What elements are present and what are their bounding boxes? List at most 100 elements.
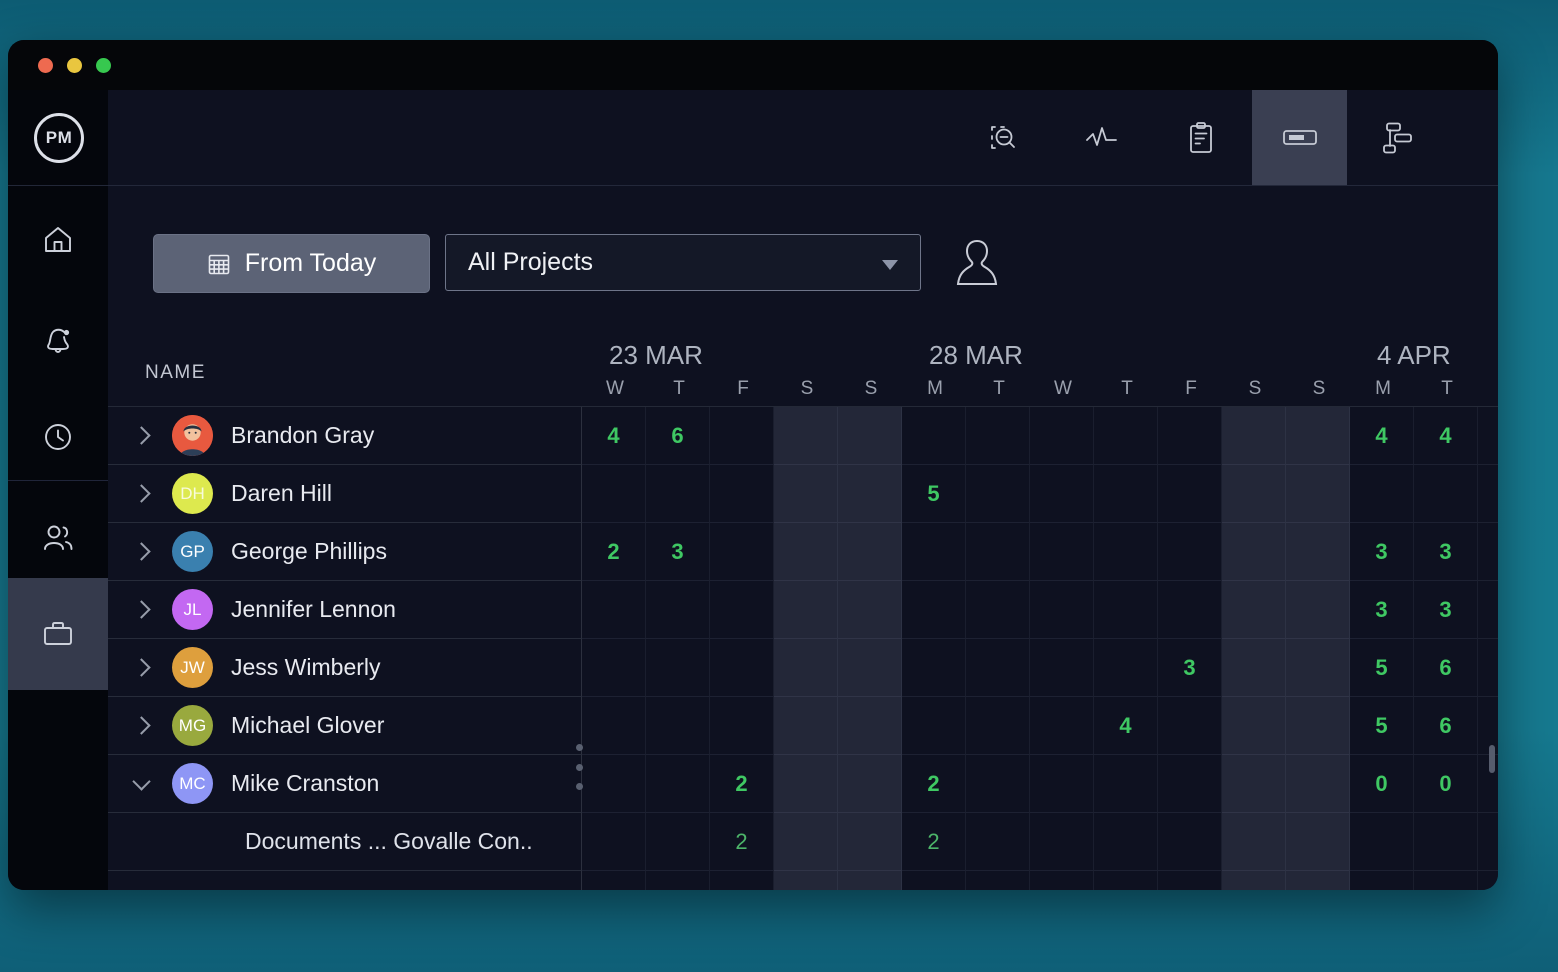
grid-cell[interactable] — [1030, 755, 1094, 813]
grid-cell[interactable] — [838, 407, 902, 465]
grid-cell[interactable]: 6 — [1414, 639, 1478, 697]
grid-cell[interactable] — [774, 755, 838, 813]
grid-cell[interactable] — [1222, 581, 1286, 639]
grid-cell[interactable] — [582, 871, 646, 890]
from-today-button[interactable]: From Today — [153, 234, 430, 293]
grid-cell[interactable] — [1222, 755, 1286, 813]
toolbar-gantt[interactable] — [1351, 90, 1446, 185]
grid-cell[interactable] — [646, 755, 710, 813]
grid-cell[interactable] — [1030, 581, 1094, 639]
grid-cell[interactable] — [1350, 813, 1414, 871]
grid-cell[interactable] — [1030, 523, 1094, 581]
grid-cell[interactable] — [902, 871, 966, 890]
grid-cell[interactable]: 2 — [902, 755, 966, 813]
expand-chevron-icon[interactable] — [132, 542, 150, 560]
grid-cell[interactable] — [838, 697, 902, 755]
grid-cell[interactable] — [774, 697, 838, 755]
grid-cell[interactable] — [1030, 697, 1094, 755]
grid-cell[interactable] — [710, 871, 774, 890]
expand-chevron-icon[interactable] — [132, 716, 150, 734]
grid-cell[interactable] — [646, 871, 710, 890]
grid-cell[interactable]: 3 — [646, 523, 710, 581]
sidebar-item-workload[interactable] — [8, 602, 108, 666]
grid-cell[interactable] — [966, 581, 1030, 639]
grid-cell[interactable] — [1286, 871, 1350, 890]
grid-cell[interactable] — [1286, 813, 1350, 871]
grid-cell[interactable] — [1094, 755, 1158, 813]
grid-cell[interactable] — [1222, 813, 1286, 871]
grid-cell[interactable] — [1030, 639, 1094, 697]
grid-cell[interactable]: 5 — [1350, 639, 1414, 697]
grid-cell[interactable] — [1222, 523, 1286, 581]
grid-cell[interactable] — [774, 871, 838, 890]
grid-cell[interactable] — [1350, 465, 1414, 523]
grid-cell[interactable]: 2 — [710, 813, 774, 871]
grid-cell[interactable]: 2 — [710, 755, 774, 813]
grid-cell[interactable] — [966, 639, 1030, 697]
grid-cell[interactable] — [582, 581, 646, 639]
grid-cell[interactable] — [1158, 581, 1222, 639]
grid-cell[interactable] — [966, 407, 1030, 465]
grid-cell[interactable]: 3 — [1414, 581, 1478, 639]
sidebar-item-home[interactable] — [8, 208, 108, 272]
grid-cell[interactable] — [1222, 871, 1286, 890]
grid-cell[interactable] — [774, 465, 838, 523]
grid-cell[interactable] — [646, 581, 710, 639]
grid-cell[interactable] — [1286, 465, 1350, 523]
grid-cell[interactable] — [710, 581, 774, 639]
expand-chevron-icon[interactable] — [132, 426, 150, 444]
grid-cell[interactable]: 3 — [1350, 581, 1414, 639]
people-filter-button[interactable] — [946, 232, 1008, 294]
grid-cell[interactable] — [774, 581, 838, 639]
grid-cell[interactable]: 2 — [902, 813, 966, 871]
grid-cell[interactable] — [710, 407, 774, 465]
grid-cell[interactable] — [966, 465, 1030, 523]
grid-cell[interactable] — [646, 465, 710, 523]
grid-cell[interactable] — [838, 755, 902, 813]
grid-cell[interactable] — [838, 639, 902, 697]
grid-cell[interactable] — [774, 523, 838, 581]
grid-cell[interactable]: 3 — [1350, 523, 1414, 581]
grid-cell[interactable] — [966, 697, 1030, 755]
grid-cell[interactable] — [1222, 465, 1286, 523]
grid-cell[interactable] — [838, 465, 902, 523]
grid-cell[interactable] — [710, 523, 774, 581]
grid-cell[interactable] — [1158, 755, 1222, 813]
grid-cell[interactable] — [1286, 407, 1350, 465]
grid-cell[interactable]: 4 — [1414, 407, 1478, 465]
grid-cell[interactable]: 5 — [902, 465, 966, 523]
grid-cell[interactable] — [646, 813, 710, 871]
grid-cell[interactable] — [902, 523, 966, 581]
grid-cell[interactable] — [710, 465, 774, 523]
scrollbar-thumb[interactable] — [1489, 745, 1495, 773]
close-window-button[interactable] — [38, 58, 53, 73]
grid-cell[interactable] — [1030, 465, 1094, 523]
toolbar-activity[interactable] — [1054, 90, 1149, 185]
grid-cell[interactable] — [710, 697, 774, 755]
grid-cell[interactable] — [1030, 407, 1094, 465]
grid-cell[interactable]: 2 — [582, 523, 646, 581]
grid-cell[interactable] — [1158, 407, 1222, 465]
grid-cell[interactable] — [838, 813, 902, 871]
grid-cell[interactable] — [1286, 697, 1350, 755]
grid-cell[interactable] — [1030, 813, 1094, 871]
grid-cell[interactable] — [1222, 407, 1286, 465]
toolbar-tasks[interactable] — [1153, 90, 1248, 185]
grid-cell[interactable] — [966, 755, 1030, 813]
grid-cell[interactable] — [1414, 871, 1478, 890]
zoom-window-button[interactable] — [96, 58, 111, 73]
sidebar-item-team[interactable] — [8, 506, 108, 570]
expand-chevron-icon[interactable] — [132, 600, 150, 618]
grid-cell[interactable] — [1158, 871, 1222, 890]
sidebar-item-notifications[interactable] — [8, 308, 108, 372]
grid-cell[interactable] — [1286, 755, 1350, 813]
grid-cell[interactable] — [582, 465, 646, 523]
grid-cell[interactable] — [774, 407, 838, 465]
grid-cell[interactable] — [1094, 407, 1158, 465]
grid-cell[interactable] — [1350, 871, 1414, 890]
grid-cell[interactable] — [582, 813, 646, 871]
grid-cell[interactable] — [838, 871, 902, 890]
grid-cell[interactable] — [710, 639, 774, 697]
grid-cell[interactable] — [1158, 813, 1222, 871]
grid-cell[interactable] — [1286, 639, 1350, 697]
